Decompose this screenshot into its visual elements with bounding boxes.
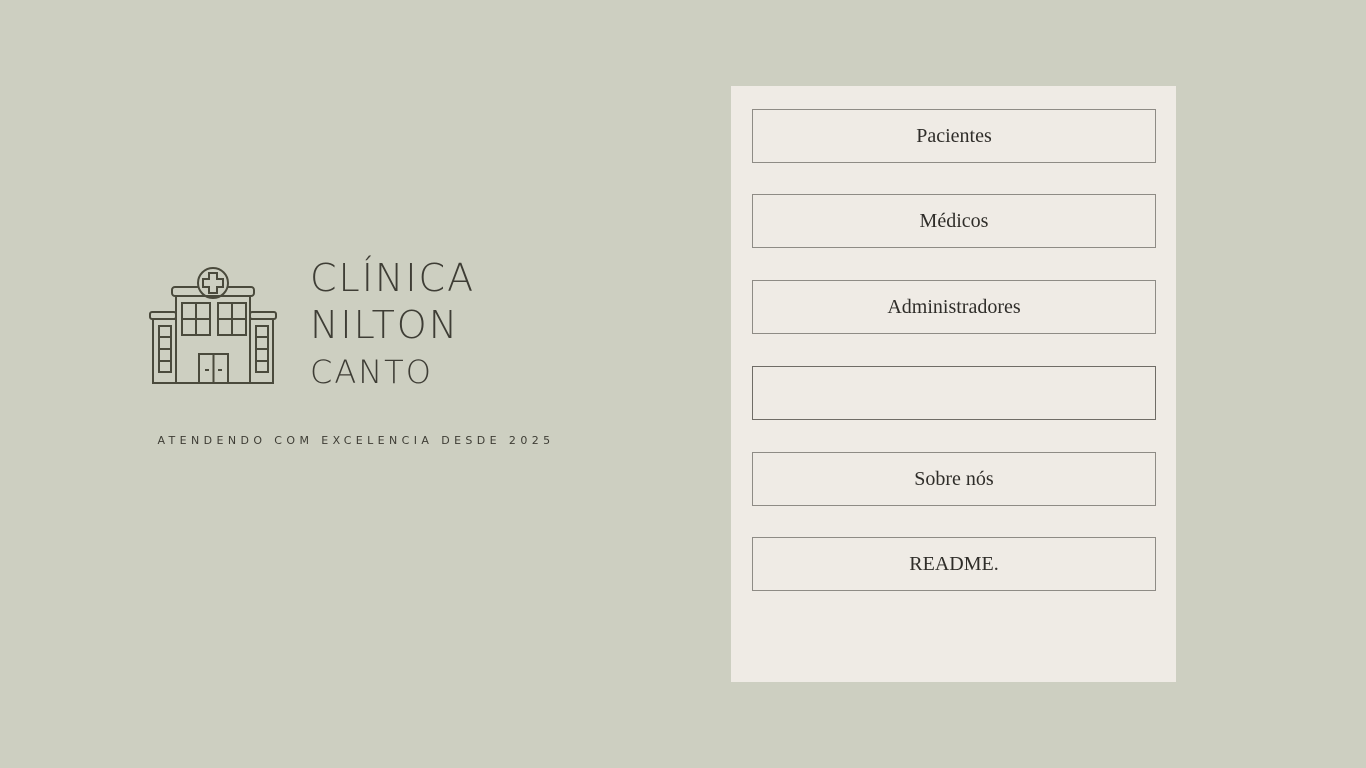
clinic-name: CLÍNICA NILTON CANTO — [310, 255, 475, 396]
administradores-button[interactable]: Administradores — [752, 280, 1156, 334]
menu-panel: Pacientes Médicos Administradores Sobre … — [731, 86, 1176, 682]
clinic-name-line-1: CLÍNICA — [310, 256, 476, 300]
hospital-building-icon — [149, 267, 277, 384]
empty-menu-button[interactable] — [752, 366, 1156, 420]
brand-logo: CLÍNICA NILTON CANTO — [148, 255, 478, 395]
clinic-name-line-3: CANTO — [310, 353, 433, 391]
sobre-nos-button[interactable]: Sobre nós — [752, 452, 1156, 506]
medicos-button[interactable]: Médicos — [752, 194, 1156, 248]
page: CLÍNICA NILTON CANTO ATENDENDO COM EXCEL… — [0, 0, 1366, 768]
tagline: ATENDENDO COM EXCELENCIA DESDE 2025 — [157, 434, 555, 447]
clinic-name-line-2: NILTON — [310, 303, 460, 347]
pacientes-button[interactable]: Pacientes — [752, 109, 1156, 163]
readme-button[interactable]: README. — [752, 537, 1156, 591]
